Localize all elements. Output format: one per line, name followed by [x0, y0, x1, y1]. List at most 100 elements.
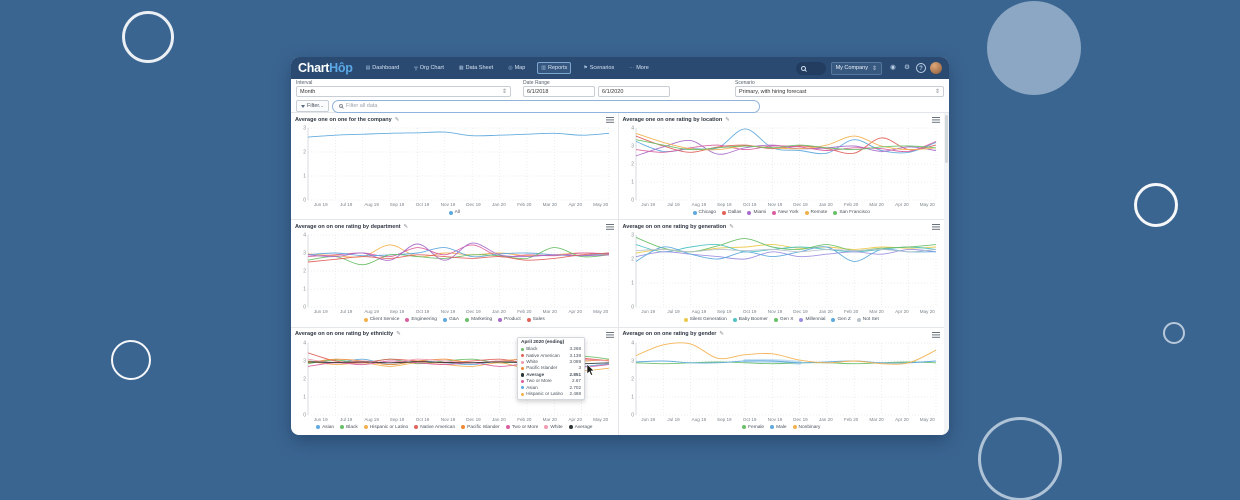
chart-menu-icon[interactable]: [606, 224, 614, 225]
gear-icon[interactable]: ⚙: [902, 63, 912, 73]
legend-item[interactable]: New York: [772, 210, 798, 215]
x-axis-label: Oct 19: [410, 202, 435, 208]
x-axis-label: Jan 20: [486, 309, 511, 315]
nav-item-map[interactable]: ◎Map: [505, 63, 528, 73]
legend-item[interactable]: Millennial: [799, 317, 825, 322]
edit-pencil-icon[interactable]: ✎: [404, 224, 409, 230]
company-selector[interactable]: My Company⇕: [831, 62, 882, 75]
x-axis-label: Oct 19: [737, 309, 762, 315]
mouse-cursor: [586, 364, 595, 376]
more-icon: ⋯: [629, 65, 634, 71]
legend-item[interactable]: Not Set: [857, 317, 879, 322]
charthop-logo[interactable]: ChartHôp: [298, 62, 353, 75]
x-axis-label: Oct 19: [737, 417, 762, 423]
legend-item[interactable]: G&A: [443, 317, 459, 322]
x-axis-label: Sep 19: [712, 417, 737, 423]
chart-card-generation: Average on on one rating by generation ✎…: [618, 220, 945, 327]
scenario-select[interactable]: Primary, with hiring forecast⇕: [735, 86, 944, 97]
decor-circle: [978, 417, 1062, 500]
filter-search-input[interactable]: [346, 103, 753, 109]
x-axis-label: Jun 19: [636, 202, 661, 208]
legend-item[interactable]: Engineering: [405, 317, 437, 322]
edit-pencil-icon[interactable]: ✎: [729, 224, 734, 230]
edit-pencil-icon[interactable]: ✎: [725, 117, 730, 123]
x-axis-label: Mar 20: [864, 309, 889, 315]
edit-pencil-icon[interactable]: ✎: [396, 331, 401, 337]
legend-item[interactable]: Hispanic or Latino: [364, 425, 408, 430]
chart-menu-icon[interactable]: [932, 332, 940, 333]
legend-item[interactable]: Gen X: [774, 317, 794, 322]
legend-item[interactable]: Native American: [414, 425, 455, 430]
chart-menu-icon[interactable]: [606, 117, 614, 118]
edit-pencil-icon[interactable]: ✎: [719, 331, 724, 337]
legend-item[interactable]: Client Service: [364, 317, 400, 322]
legend-item[interactable]: Pacific Islander: [461, 425, 500, 430]
select-caret-icon: ⇕: [502, 88, 507, 95]
chart-menu-icon[interactable]: [606, 332, 614, 333]
legend-item[interactable]: White: [544, 425, 562, 430]
interval-select[interactable]: Month⇕: [296, 86, 511, 97]
nav-item-more[interactable]: ⋯More: [626, 63, 652, 73]
legend-item[interactable]: Nonbinary: [793, 425, 821, 430]
legend-item[interactable]: Product: [498, 317, 521, 322]
funnel-icon: [301, 105, 305, 108]
x-axis-label: Dec 19: [788, 202, 813, 208]
decor-circle: [122, 11, 174, 63]
legend-item[interactable]: Black: [340, 425, 358, 430]
x-axis-label: Aug 19: [686, 309, 711, 315]
chart-title: Average on on one rating by department: [295, 224, 401, 230]
user-avatar[interactable]: [930, 62, 942, 74]
svg-text:4: 4: [303, 233, 306, 239]
svg-text:3: 3: [631, 233, 634, 239]
data-sheet-icon: ▦: [459, 65, 464, 71]
filter-button[interactable]: Filter...: [296, 100, 329, 112]
chart-header: Average one on one for the company ✎: [295, 115, 614, 124]
legend-item[interactable]: Marketing: [465, 317, 492, 322]
legend-item[interactable]: Asian: [316, 425, 334, 430]
legend-item[interactable]: Female: [742, 425, 764, 430]
x-axis-label: Aug 19: [686, 202, 711, 208]
global-search[interactable]: [796, 62, 826, 75]
legend-item[interactable]: Male: [770, 425, 786, 430]
scrollbar[interactable]: [944, 113, 949, 435]
legend-item[interactable]: Sales: [527, 317, 545, 322]
x-axis-label: Jun 19: [636, 417, 661, 423]
chart-card-company: Average one on one for the company ✎ 012…: [291, 113, 618, 220]
date-end-input[interactable]: 6/1/2020: [598, 86, 670, 97]
x-axis-label: Mar 20: [537, 202, 562, 208]
chart-title: Average on on one rating by gender: [623, 331, 717, 337]
legend-item[interactable]: Gen Z: [831, 317, 850, 322]
nav-item-org-chart[interactable]: ╦Org Chart: [411, 63, 447, 73]
chart-menu-icon[interactable]: [932, 224, 940, 225]
nav-item-data-sheet[interactable]: ▦Data Sheet: [456, 63, 496, 73]
legend-item[interactable]: Baby Boomer: [733, 317, 768, 322]
legend-item[interactable]: Miami: [747, 210, 766, 215]
nav-item-scenarios[interactable]: ⚑Scenarios: [580, 63, 617, 73]
chart-menu-icon[interactable]: [932, 117, 940, 118]
legend-item[interactable]: Chicago: [693, 210, 717, 215]
tooltip-row: Hispanic or Latino2.468: [521, 391, 581, 397]
legend-item[interactable]: Two or More: [506, 425, 539, 430]
svg-text:1: 1: [303, 174, 306, 180]
edit-pencil-icon[interactable]: ✎: [395, 117, 400, 123]
help-icon[interactable]: ?: [916, 63, 926, 73]
select-caret-icon: ⇕: [935, 88, 940, 95]
svg-text:4: 4: [631, 126, 634, 132]
chart-card-ethnicity: Average on on one rating by ethnicity ✎ …: [291, 328, 618, 435]
legend-item[interactable]: Average: [569, 425, 593, 430]
legend-item[interactable]: All: [449, 210, 460, 215]
x-axis-label: May 20: [915, 309, 940, 315]
svg-text:0: 0: [303, 412, 306, 416]
nav-item-reports[interactable]: ▥Reports: [537, 62, 571, 74]
eye-icon[interactable]: ◉: [888, 63, 898, 73]
scrollbar-thumb[interactable]: [945, 115, 948, 163]
legend-item[interactable]: Remote: [805, 210, 828, 215]
date-start-input[interactable]: 6/1/2018: [523, 86, 595, 97]
nav-item-dashboard[interactable]: ▤Dashboard: [363, 63, 403, 73]
chart-plot: 01234: [623, 339, 941, 417]
svg-text:3: 3: [303, 358, 306, 364]
legend-item[interactable]: San Francisco: [833, 210, 870, 215]
legend-item[interactable]: Silent Generation: [684, 317, 727, 322]
x-axis-label: Jan 20: [813, 417, 838, 423]
legend-item[interactable]: Dallas: [722, 210, 741, 215]
